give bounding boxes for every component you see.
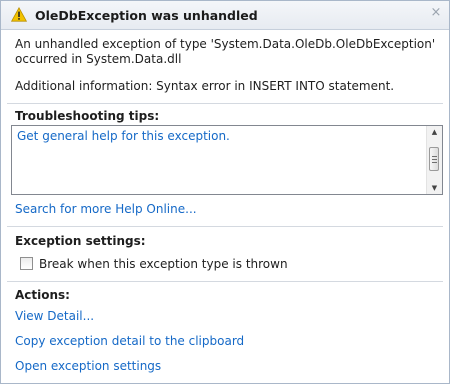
search-help-online-link[interactable]: Search for more Help Online... xyxy=(15,202,197,216)
exception-message: An unhandled exception of type 'System.D… xyxy=(15,37,436,66)
copy-exception-detail-link[interactable]: Copy exception detail to the clipboard xyxy=(15,334,244,348)
tips-scrollbar[interactable]: ▲ ▼ xyxy=(426,126,442,194)
exception-assistant-dialog: OleDbException was unhandled × An unhand… xyxy=(0,0,450,384)
thumb-grip xyxy=(432,159,437,160)
exception-settings-header: Exception settings: xyxy=(15,234,146,248)
break-on-exception-label[interactable]: Break when this exception type is thrown xyxy=(39,257,288,271)
thumb-grip xyxy=(432,156,437,157)
open-exception-settings-link[interactable]: Open exception settings xyxy=(15,359,161,373)
dialog-title: OleDbException was unhandled xyxy=(35,8,258,23)
tip-link-general-help[interactable]: Get general help for this exception. xyxy=(17,129,230,143)
scroll-up-icon[interactable]: ▲ xyxy=(427,126,442,138)
actions-header: Actions: xyxy=(15,288,70,302)
break-on-exception-checkbox[interactable] xyxy=(20,257,33,270)
divider xyxy=(7,103,443,104)
scroll-thumb[interactable] xyxy=(429,147,439,171)
warning-icon xyxy=(10,6,28,22)
divider xyxy=(7,281,443,282)
scroll-down-icon[interactable]: ▼ xyxy=(427,182,442,194)
view-detail-link[interactable]: View Detail... xyxy=(15,309,94,323)
troubleshooting-tips-header: Troubleshooting tips: xyxy=(15,109,160,123)
troubleshooting-tips-list: Get general help for this exception. ▲ ▼ xyxy=(11,125,443,195)
dialog-titlebar: OleDbException was unhandled × xyxy=(1,1,449,30)
divider xyxy=(7,226,443,227)
close-icon[interactable]: × xyxy=(429,6,443,20)
additional-information: Additional information: Syntax error in … xyxy=(15,79,395,93)
thumb-grip xyxy=(432,162,437,163)
